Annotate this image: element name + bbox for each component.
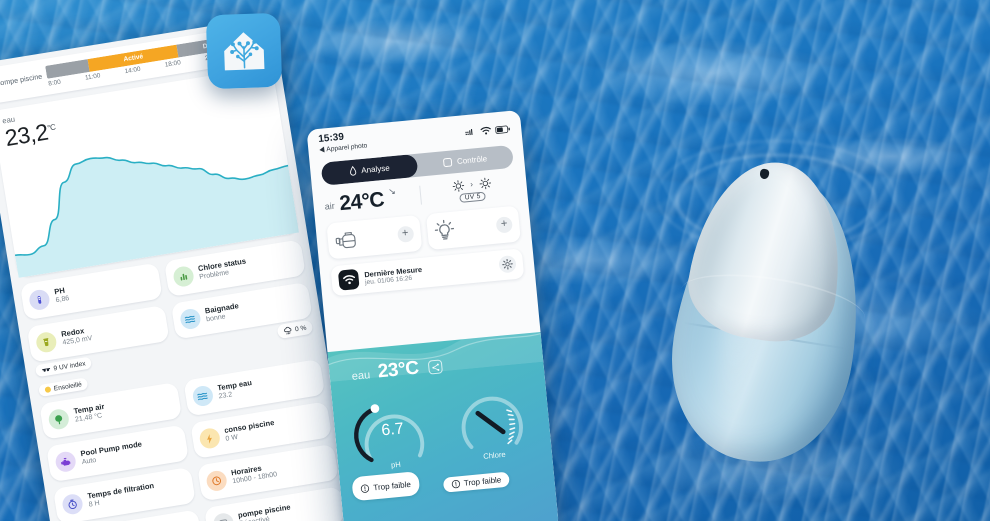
bar-chart-icon — [171, 265, 195, 289]
ha-house-icon — [224, 32, 265, 71]
wifi-badge-icon — [337, 268, 360, 291]
pool-sensor-buoy — [656, 140, 896, 480]
sunglasses-icon — [42, 367, 51, 372]
timer-icon — [61, 492, 85, 516]
tab-controle-label: Contrôle — [456, 153, 488, 166]
arrow-down-right-icon: ↘ — [387, 185, 397, 197]
schedule-entity-label: pompe piscine — [0, 71, 43, 88]
back-arrow-icon — [319, 146, 325, 153]
entity-value: 6,86 — [55, 295, 70, 305]
square-icon — [442, 157, 453, 167]
light-add-button[interactable]: + — [495, 215, 513, 234]
schedule-tick: 8:00 — [47, 78, 62, 88]
ph-status-label: Trop faible — [372, 479, 412, 492]
chlore-gauge[interactable]: Chlore — [438, 375, 544, 465]
battery-icon — [495, 125, 510, 134]
gear-icon[interactable] — [498, 254, 517, 274]
precipitation-chip[interactable]: 0 % — [276, 319, 314, 340]
tab-analyse-label: Analyse — [360, 162, 391, 175]
test-tube-icon — [27, 288, 51, 312]
ph-gauge[interactable]: 6.7 pH — [339, 384, 445, 474]
schedule-tick: 14:00 — [124, 65, 142, 76]
pump-icon — [211, 511, 235, 521]
divider — [418, 185, 422, 205]
sunrise-icon — [452, 179, 464, 192]
weather-dot-icon — [44, 386, 52, 394]
water-waves-icon — [190, 384, 214, 408]
uv-index-label: 9 UV index — [53, 359, 87, 372]
screenshot-stage: pompe piscine ActivéDésactivé 8:0011:001… — [0, 0, 990, 521]
status-icons — [464, 117, 510, 137]
pool-app-phone[interactable]: 15:39 Apparel photo Analyse Contrôle air… — [306, 109, 560, 521]
tree-icon — [47, 407, 71, 431]
rain-cloud-icon — [283, 326, 291, 335]
pump-add-button[interactable]: + — [396, 225, 414, 243]
chlore-status-label: Trop faible — [463, 475, 502, 488]
warning-icon — [451, 479, 460, 489]
wifi-icon — [480, 126, 491, 135]
uv-index-badge: UV 5 — [459, 191, 487, 203]
ph-gauge-label: pH — [390, 459, 402, 470]
signal-icon — [465, 128, 473, 135]
warning-icon — [360, 484, 370, 493]
lightbulb-icon — [434, 219, 454, 240]
air-label: air — [324, 200, 336, 212]
light-tile[interactable]: + — [425, 205, 521, 250]
pump-tile[interactable]: + — [326, 214, 422, 259]
beaker-icon — [34, 330, 58, 354]
ph-status-badge[interactable]: Trop faible — [351, 471, 420, 502]
schedule-tick: 18:00 — [164, 59, 182, 69]
precipitation-label: 0 % — [294, 324, 307, 333]
water-temp-number: 23,2 — [3, 118, 50, 152]
droplet-icon — [349, 165, 356, 176]
sunset-icon — [479, 177, 491, 189]
sun-arrow-icon: › — [469, 179, 474, 189]
water-waves-icon — [178, 307, 202, 331]
clock-icon — [204, 469, 228, 493]
air-value: 24°C — [338, 187, 385, 215]
pool-pump-icon — [335, 231, 356, 248]
schedule-tick: 11:00 — [84, 72, 101, 82]
weather-condition-chip[interactable]: Ensoleillé — [38, 377, 89, 398]
weather-condition-label: Ensoleillé — [53, 380, 83, 393]
water-section: eau 23°C 6.7 pH Chlore Trop faible Trop … — [327, 331, 560, 521]
sun-uv-group: › UV 5 — [427, 174, 516, 205]
engine-icon — [54, 450, 78, 474]
chlore-gauge-dial — [461, 396, 523, 450]
home-assistant-logo — [205, 12, 283, 90]
water-temp-unit: °C — [46, 122, 57, 133]
chlore-status-badge[interactable]: Trop faible — [442, 471, 510, 493]
lightning-icon — [197, 427, 221, 450]
